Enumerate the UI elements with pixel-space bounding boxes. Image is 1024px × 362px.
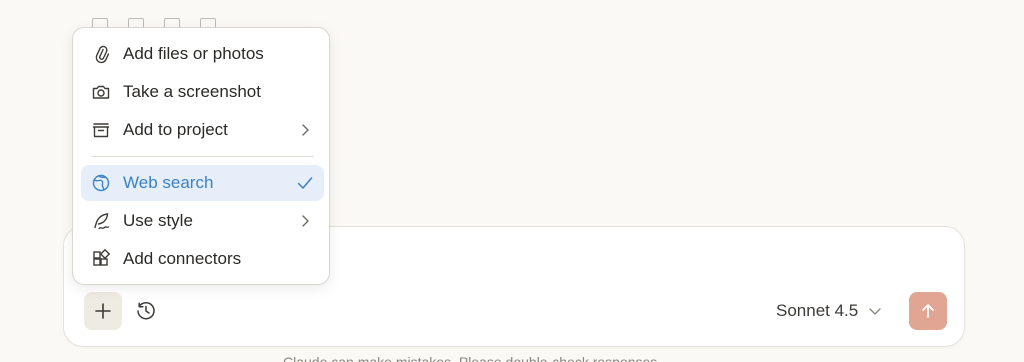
- add-content-menu: Add files or photos Take a screenshot Ad…: [72, 27, 330, 285]
- arrow-up-icon: [922, 304, 934, 318]
- paperclip-icon: [91, 44, 111, 64]
- menu-item-take-screenshot[interactable]: Take a screenshot: [81, 74, 324, 110]
- menu-item-label: Web search: [123, 173, 214, 192]
- chat-page: Sonnet 4.5 Claude can make mistakes. Ple…: [0, 0, 1024, 362]
- menu-item-label: Add connectors: [123, 249, 242, 268]
- menu-item-use-style[interactable]: Use style: [81, 203, 324, 239]
- add-content-button[interactable]: [84, 292, 122, 330]
- menu-item-label: Take a screenshot: [123, 82, 261, 101]
- globe-icon: [91, 173, 111, 193]
- menu-item-web-search[interactable]: Web search: [81, 165, 324, 201]
- project-box-icon: [91, 120, 111, 140]
- send-button[interactable]: [909, 292, 947, 330]
- chevron-right-icon: [296, 121, 314, 139]
- connectors-grid-icon: [91, 249, 111, 269]
- chevron-down-icon: [869, 308, 881, 315]
- checkmark-icon: [296, 174, 314, 192]
- history-button[interactable]: [132, 297, 160, 325]
- menu-item-add-to-project[interactable]: Add to project: [81, 112, 324, 148]
- clock-history-icon: [137, 302, 155, 320]
- menu-item-add-files[interactable]: Add files or photos: [81, 36, 324, 72]
- model-label: Sonnet 4.5: [776, 301, 859, 320]
- chevron-right-icon: [296, 212, 314, 230]
- menu-item-label: Add to project: [123, 120, 228, 139]
- menu-item-label: Use style: [123, 211, 193, 230]
- camera-icon: [91, 82, 111, 102]
- model-selector[interactable]: Sonnet 4.5: [776, 298, 882, 324]
- menu-divider: [91, 156, 314, 157]
- footer-disclaimer: Claude can make mistakes. Please double-…: [283, 354, 662, 362]
- menu-item-label: Add files or photos: [123, 44, 264, 63]
- plus-icon: [95, 303, 111, 319]
- feather-pen-icon: [91, 211, 111, 231]
- menu-item-add-connectors[interactable]: Add connectors: [81, 241, 324, 277]
